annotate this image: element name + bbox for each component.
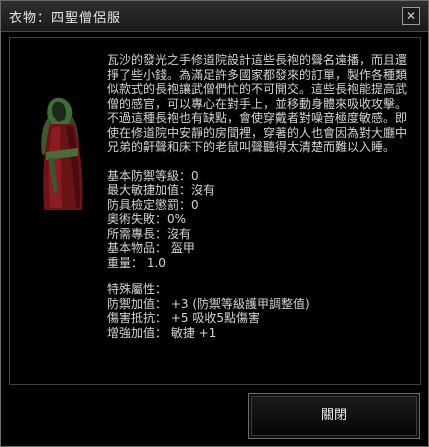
item-text-column: 瓦沙的發光之手修道院設計這些長袍的聲名遠播，而且還掙了些小錢。為滿足許多國家都發… [107,53,413,340]
stat-max-dex: 最大敏捷加值：沒有 [107,183,216,197]
window-title: 衣物：四聖僧侶服 [9,11,122,26]
stat-weight: 重量： 1.0 [107,255,166,270]
stat-arcane-failure: 奧術失敗：0% [107,212,187,226]
stat-base-item: 基本物品： 盔甲 [107,241,195,255]
robe-icon [38,96,88,214]
item-info-window: 衣物：四聖僧侶服 ✕ 瓦沙的發光之手修道院設計這些長袍的聲名遠播，而且還掙了些小… [0,0,429,447]
special-properties: 特殊屬性： 防禦加值： +3 (防禦等級護甲調整值) 傷害抵抗： +5 吸收5點… [107,282,413,340]
special-damage-resistance: 傷害抵抗： +5 吸收5點傷害 [107,311,260,325]
stat-required-feat: 所需專長：沒有 [107,226,192,241]
title-bar: 衣物：四聖僧侶服 ✕ [1,1,428,32]
item-details-panel: 瓦沙的發光之手修道院設計這些長袍的聲名遠播，而且還掙了些小錢。為滿足許多國家都發… [9,37,421,385]
special-enhancement-bonus: 增強加值： 敏捷 +1 [107,325,217,340]
stat-base-ac: 基本防禦等級：0 [107,168,199,183]
stat-armor-check-penalty: 防具檢定懲罰：0 [107,197,199,212]
item-description: 瓦沙的發光之手修道院設計這些長袍的聲名遠播，而且還掙了些小錢。為滿足許多國家都發… [107,53,408,154]
special-properties-header: 特殊屬性： [107,282,168,296]
special-ac-bonus: 防禦加值： +3 (防禦等級護甲調整值) [107,296,310,311]
close-button[interactable]: 關閉 [248,393,420,439]
close-icon[interactable]: ✕ [402,7,420,25]
item-stats: 基本防禦等級：0 最大敏捷加值：沒有 防具檢定懲罰：0 奧術失敗：0% 所需專長… [107,169,413,271]
